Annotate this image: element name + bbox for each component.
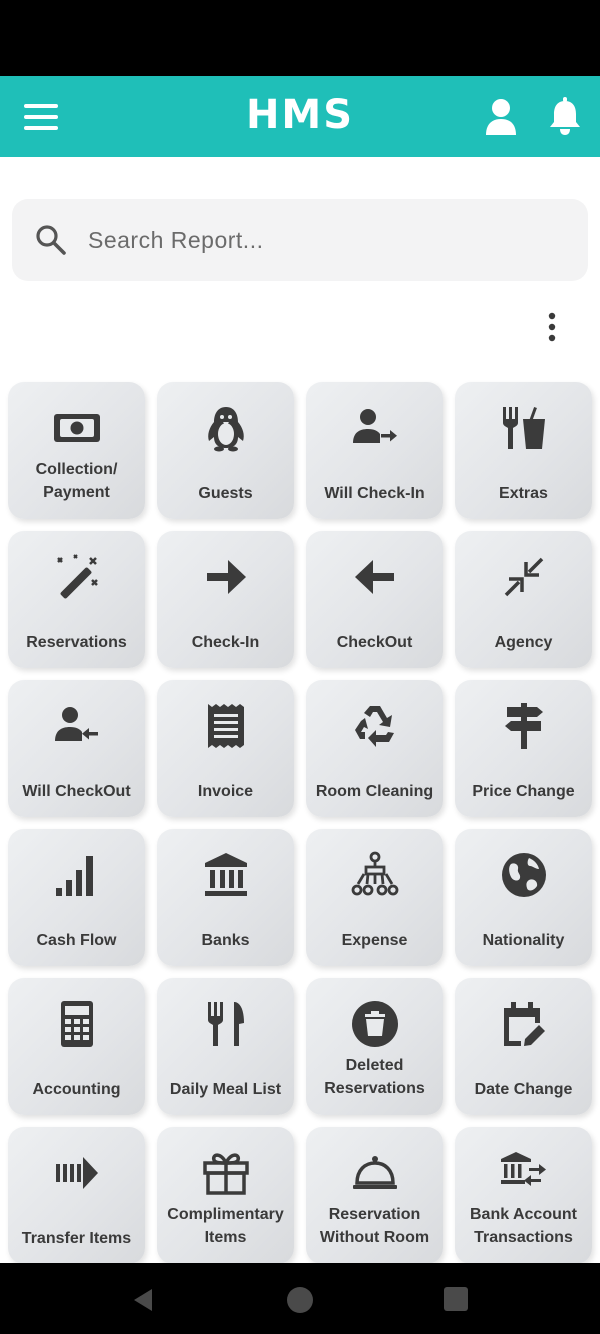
tile-label: Agency: [494, 634, 553, 651]
tile-label: Guests: [198, 485, 253, 502]
tile-label: Reservation Without Room: [319, 1206, 430, 1246]
tile-label: Extras: [499, 485, 548, 502]
tile-label: Bank Account Transactions: [470, 1206, 577, 1246]
sitemap-icon: [351, 851, 398, 896]
tile-label: Reservations: [26, 634, 127, 651]
search-input[interactable]: [88, 215, 568, 265]
tile-agency[interactable]: Agency: [455, 531, 592, 668]
tile-label: Cash Flow: [36, 932, 117, 949]
money-bill-icon: [53, 414, 100, 442]
tile-reservation-without-room[interactable]: Reservation Without Room: [306, 1127, 443, 1264]
bell-icon[interactable]: [548, 96, 582, 136]
tile-label: Expense: [341, 932, 408, 949]
tile-collection-payment[interactable]: Collection/ Payment: [8, 382, 145, 519]
recycle-icon: [354, 706, 394, 747]
utensils-drink-icon: [502, 407, 545, 449]
tile-deleted-reservations[interactable]: Deleted Reservations: [306, 978, 443, 1115]
search-icon: [36, 225, 66, 255]
receipt-icon: [207, 704, 244, 748]
tile-checkout[interactable]: CheckOut: [306, 531, 443, 668]
tile-label: Invoice: [197, 783, 254, 800]
tile-invoice[interactable]: Invoice: [157, 680, 294, 817]
tile-accounting[interactable]: Accounting: [8, 978, 145, 1115]
bank-transfer-icon: [500, 1152, 546, 1186]
tile-label: Check-In: [191, 634, 260, 651]
tile-label: Daily Meal List: [169, 1081, 282, 1098]
tile-complimentary-items[interactable]: Complimentary Items: [157, 1127, 294, 1264]
tile-label: Will Check-In: [324, 485, 425, 502]
user-arrow-right-icon: [352, 409, 397, 443]
back-icon[interactable]: [130, 1287, 156, 1313]
tile-will-check-in[interactable]: Will Check-In: [306, 382, 443, 519]
recent-apps-icon[interactable]: [444, 1287, 468, 1311]
search-bar: [12, 199, 588, 281]
app-bar: HMS: [0, 76, 600, 157]
compress-arrows-icon: [504, 557, 543, 597]
tile-cash-flow[interactable]: Cash Flow: [8, 829, 145, 966]
tile-label: Banks: [201, 932, 250, 949]
tile-transfer-items[interactable]: Transfer Items: [8, 1127, 145, 1264]
tile-daily-meal-list[interactable]: Daily Meal List: [157, 978, 294, 1115]
user-arrow-left-icon: [54, 707, 98, 741]
tile-label: Price Change: [472, 783, 575, 800]
tile-room-cleaning[interactable]: Room Cleaning: [306, 680, 443, 817]
signal-bars-icon: [55, 856, 93, 896]
cloche-icon: [352, 1156, 397, 1189]
tile-label: Date Change: [474, 1081, 573, 1098]
arrow-right-icon: [206, 560, 246, 594]
calculator-icon: [60, 1001, 93, 1047]
arrow-left-icon: [354, 560, 394, 594]
tile-nationality[interactable]: Nationality: [455, 829, 592, 966]
trash-circle-icon: [351, 1001, 398, 1047]
tile-expense[interactable]: Expense: [306, 829, 443, 966]
tile-label: Deleted Reservations: [324, 1057, 425, 1097]
tile-bank-account-transactions[interactable]: Bank Account Transactions: [455, 1127, 592, 1264]
tile-label: Nationality: [482, 932, 565, 949]
tile-banks[interactable]: Banks: [157, 829, 294, 966]
tile-reservations[interactable]: Reservations: [8, 531, 145, 668]
tile-will-checkout[interactable]: Will CheckOut: [8, 680, 145, 817]
gift-icon: [202, 1153, 249, 1195]
tile-label: CheckOut: [336, 634, 413, 651]
globe-icon: [501, 853, 546, 897]
bank-icon: [204, 853, 247, 896]
status-bar: [0, 0, 600, 76]
home-icon[interactable]: [287, 1287, 313, 1313]
tile-label: Collection/ Payment: [35, 461, 118, 501]
utensils-icon: [207, 1002, 244, 1046]
penguin-icon: [207, 407, 244, 452]
tile-label: Transfer Items: [21, 1230, 132, 1247]
tile-label: Will CheckOut: [22, 783, 131, 800]
user-icon[interactable]: [484, 98, 518, 136]
system-nav-bar: [0, 1263, 600, 1334]
calendar-edit-icon: [503, 1002, 545, 1046]
tile-label: Accounting: [32, 1081, 121, 1098]
tile-label: Room Cleaning: [315, 783, 434, 800]
signpost-icon: [504, 703, 543, 749]
more-options-icon[interactable]: [538, 310, 566, 346]
tile-check-in[interactable]: Check-In: [157, 531, 294, 668]
tile-guests[interactable]: Guests: [157, 382, 294, 519]
tile-date-change[interactable]: Date Change: [455, 978, 592, 1115]
transfer-arrow-icon: [55, 1157, 98, 1189]
tile-price-change[interactable]: Price Change: [455, 680, 592, 817]
magic-wand-icon: [56, 554, 98, 599]
tile-extras[interactable]: Extras: [455, 382, 592, 519]
tile-label: Complimentary Items: [167, 1206, 284, 1246]
